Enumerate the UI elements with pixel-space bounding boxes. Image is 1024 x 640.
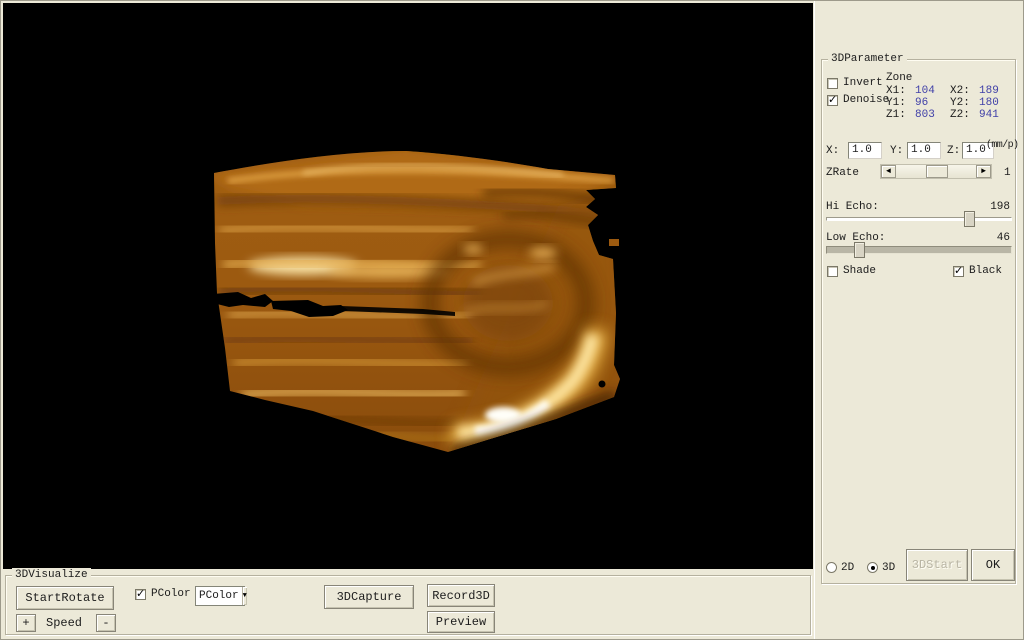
parameter-panel: 3DParameter Invert Denoise Zone X1: 104 … xyxy=(814,1,1024,640)
zone-y1-label: Y1: xyxy=(886,97,906,109)
hi-echo-thumb[interactable] xyxy=(964,211,975,227)
scale-x-label: X: xyxy=(826,145,839,157)
visualize-group-title: 3DVisualize xyxy=(12,568,91,582)
parameter-groupbox: 3DParameter Invert Denoise Zone X1: 104 … xyxy=(821,59,1016,584)
zone-y2-label: Y2: xyxy=(950,97,970,109)
scale-y-label: Y: xyxy=(890,145,903,157)
pcolor-checkbox[interactable] xyxy=(135,589,146,600)
shade-label: Shade xyxy=(843,265,876,277)
denoise-label: Denoise xyxy=(843,94,889,106)
denoise-checkbox[interactable] xyxy=(827,95,838,106)
zone-x2-value: 189 xyxy=(979,85,999,97)
speed-label: Speed xyxy=(46,616,82,630)
parameter-group-title: 3DParameter xyxy=(828,52,907,66)
start-3d-button[interactable]: 3DStart xyxy=(906,549,968,581)
pcolor-combobox[interactable]: PColor ▼ xyxy=(195,586,245,606)
zone-label: Zone xyxy=(886,72,912,84)
scale-unit-label: (mm/p) xyxy=(986,140,1018,151)
mode-3d-label: 3D xyxy=(882,562,895,574)
zone-x1-value: 104 xyxy=(915,85,935,97)
zrate-label: ZRate xyxy=(826,167,859,179)
scale-y-input[interactable]: 1.0 xyxy=(907,142,941,159)
pcolor-combo-arrow-icon[interactable]: ▼ xyxy=(242,587,247,605)
zrate-scrollbar[interactable]: ◄ ► xyxy=(880,164,992,179)
render-viewport[interactable] xyxy=(3,3,813,569)
scale-x-input[interactable]: 1.0 xyxy=(848,142,882,159)
zone-x1-label: X1: xyxy=(886,85,906,97)
app-window: 3DParameter Invert Denoise Zone X1: 104 … xyxy=(0,0,1024,640)
visualize-groupbox: 3DVisualize StartRotate + Speed - PColor… xyxy=(5,575,811,635)
zone-x2-label: X2: xyxy=(950,85,970,97)
black-checkbox[interactable] xyxy=(953,266,964,277)
hi-echo-slider[interactable] xyxy=(826,210,1012,228)
zone-y1-value: 96 xyxy=(915,97,928,109)
black-label: Black xyxy=(969,265,1002,277)
capture-3d-button[interactable]: 3DCapture xyxy=(324,585,414,609)
low-echo-slider[interactable] xyxy=(826,241,1012,259)
mode-2d-label: 2D xyxy=(841,562,854,574)
shade-checkbox[interactable] xyxy=(827,266,838,277)
zone-y2-value: 180 xyxy=(979,97,999,109)
pcolor-label: PColor xyxy=(151,588,191,600)
hi-echo-track[interactable] xyxy=(826,217,1012,221)
invert-checkbox[interactable] xyxy=(827,78,838,89)
zone-z1-value: 803 xyxy=(915,109,935,121)
start-rotate-button[interactable]: StartRotate xyxy=(16,586,114,610)
record-3d-button[interactable]: Record3D xyxy=(427,584,495,607)
speed-minus-button[interactable]: - xyxy=(96,614,116,632)
mode-3d-radio[interactable] xyxy=(867,562,878,573)
mode-2d-radio[interactable] xyxy=(826,562,837,573)
zone-z1-label: Z1: xyxy=(886,109,906,121)
zrate-left-arrow-icon[interactable]: ◄ xyxy=(881,165,896,178)
speed-plus-button[interactable]: + xyxy=(16,614,36,632)
zrate-track[interactable] xyxy=(896,165,976,178)
preview-button[interactable]: Preview xyxy=(427,611,495,633)
volume-render xyxy=(3,3,813,569)
scale-z-label: Z: xyxy=(947,145,960,157)
invert-label: Invert xyxy=(843,77,883,89)
pcolor-combo-value: PColor xyxy=(196,590,242,602)
zone-z2-label: Z2: xyxy=(950,109,970,121)
low-echo-thumb[interactable] xyxy=(854,242,865,258)
zone-z2-value: 941 xyxy=(979,109,999,121)
ok-button[interactable]: OK xyxy=(971,549,1015,581)
zrate-thumb[interactable] xyxy=(926,165,948,178)
zrate-value: 1 xyxy=(1004,167,1011,179)
zrate-right-arrow-icon[interactable]: ► xyxy=(976,165,991,178)
